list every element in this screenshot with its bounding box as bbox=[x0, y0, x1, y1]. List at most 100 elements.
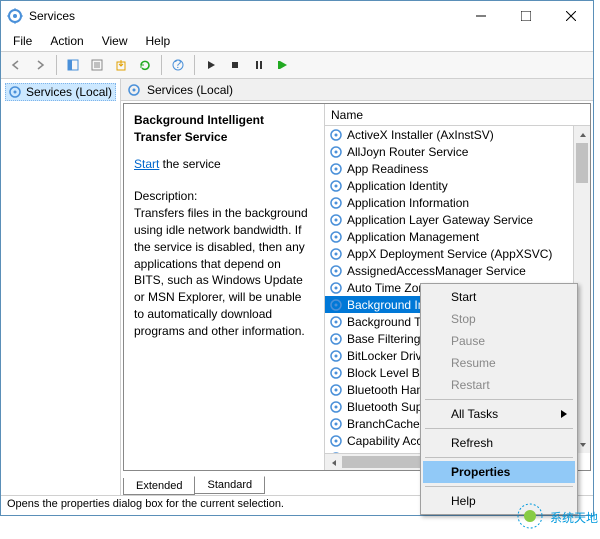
service-name: App Readiness bbox=[347, 162, 428, 176]
gear-icon bbox=[329, 145, 343, 159]
menu-file[interactable]: File bbox=[5, 32, 40, 50]
service-row[interactable]: Application Information bbox=[325, 194, 590, 211]
ctx-separator bbox=[425, 428, 573, 429]
gear-icon bbox=[329, 400, 343, 414]
service-name: ActiveX Installer (AxInstSV) bbox=[347, 128, 494, 142]
service-row[interactable]: Application Identity bbox=[325, 177, 590, 194]
toolbar-separator bbox=[56, 55, 57, 75]
gear-icon bbox=[329, 315, 343, 329]
menubar: File Action View Help bbox=[1, 31, 593, 51]
start-suffix: the service bbox=[159, 157, 220, 171]
ctx-separator bbox=[425, 486, 573, 487]
service-name: Application Layer Gateway Service bbox=[347, 213, 533, 227]
service-name: Application Management bbox=[347, 230, 479, 244]
service-row[interactable]: ActiveX Installer (AxInstSV) bbox=[325, 126, 590, 143]
maximize-button[interactable] bbox=[503, 1, 548, 31]
scroll-up-button[interactable] bbox=[574, 126, 590, 143]
menu-help[interactable]: Help bbox=[138, 32, 179, 50]
service-row[interactable]: Application Management bbox=[325, 228, 590, 245]
start-service-link[interactable]: Start bbox=[134, 157, 159, 171]
gear-icon bbox=[329, 128, 343, 142]
tree-item-services-local[interactable]: Services (Local) bbox=[5, 83, 116, 101]
service-detail-panel: Background Intelligent Transfer Service … bbox=[124, 104, 324, 470]
gear-icon bbox=[329, 281, 343, 295]
gear-icon bbox=[329, 230, 343, 244]
window-title: Services bbox=[29, 9, 458, 23]
help-button[interactable]: ? bbox=[167, 54, 189, 76]
toolbar: ? bbox=[1, 51, 593, 79]
gear-icon bbox=[329, 366, 343, 380]
menu-action[interactable]: Action bbox=[42, 32, 91, 50]
start-service-line: Start the service bbox=[134, 156, 314, 173]
gear-icon bbox=[8, 85, 22, 99]
context-menu: Start Stop Pause Resume Restart All Task… bbox=[420, 283, 578, 515]
ctx-pause[interactable]: Pause bbox=[423, 330, 575, 352]
service-row[interactable]: App Readiness bbox=[325, 160, 590, 177]
description-text: Transfers files in the background using … bbox=[134, 205, 314, 339]
services-app-icon bbox=[7, 8, 23, 24]
pane-header-title: Services (Local) bbox=[147, 83, 233, 97]
gear-icon bbox=[329, 162, 343, 176]
service-row[interactable]: AssignedAccessManager Service bbox=[325, 262, 590, 279]
restart-service-button[interactable] bbox=[272, 54, 294, 76]
gear-icon bbox=[329, 417, 343, 431]
ctx-all-tasks-label: All Tasks bbox=[451, 407, 498, 421]
service-row[interactable]: AppX Deployment Service (AppXSVC) bbox=[325, 245, 590, 262]
export-button[interactable] bbox=[110, 54, 132, 76]
start-service-button[interactable] bbox=[200, 54, 222, 76]
ctx-separator bbox=[425, 399, 573, 400]
toolbar-separator bbox=[194, 55, 195, 75]
console-tree: Services (Local) bbox=[1, 79, 121, 495]
ctx-resume[interactable]: Resume bbox=[423, 352, 575, 374]
titlebar: Services bbox=[1, 1, 593, 31]
service-row[interactable]: Application Layer Gateway Service bbox=[325, 211, 590, 228]
ctx-restart[interactable]: Restart bbox=[423, 374, 575, 396]
close-button[interactable] bbox=[548, 1, 593, 31]
menu-view[interactable]: View bbox=[94, 32, 136, 50]
tab-standard[interactable]: Standard bbox=[194, 476, 265, 494]
gear-icon bbox=[329, 298, 343, 312]
forward-button[interactable] bbox=[29, 54, 51, 76]
gear-icon bbox=[329, 179, 343, 193]
svg-text:?: ? bbox=[175, 58, 182, 71]
selected-service-name: Background Intelligent Transfer Service bbox=[134, 112, 314, 146]
gear-icon bbox=[329, 213, 343, 227]
gear-icon bbox=[329, 247, 343, 261]
description-block: Description: Transfers files in the back… bbox=[134, 188, 314, 339]
service-name: AssignedAccessManager Service bbox=[347, 264, 526, 278]
service-name: AppX Deployment Service (AppXSVC) bbox=[347, 247, 552, 261]
service-name: Application Identity bbox=[347, 179, 448, 193]
refresh-button[interactable] bbox=[134, 54, 156, 76]
gear-icon bbox=[329, 434, 343, 448]
back-button[interactable] bbox=[5, 54, 27, 76]
submenu-arrow-icon bbox=[561, 407, 567, 421]
toolbar-separator bbox=[161, 55, 162, 75]
gear-icon bbox=[329, 264, 343, 278]
gear-icon bbox=[127, 83, 141, 97]
properties-button[interactable] bbox=[86, 54, 108, 76]
tree-item-label: Services (Local) bbox=[26, 85, 112, 99]
column-header-name[interactable]: Name bbox=[325, 104, 590, 126]
gear-icon bbox=[329, 349, 343, 363]
ctx-properties[interactable]: Properties bbox=[423, 461, 575, 483]
gear-icon bbox=[329, 383, 343, 397]
scroll-left-button[interactable] bbox=[325, 454, 342, 470]
service-name: AllJoyn Router Service bbox=[347, 145, 468, 159]
ctx-help[interactable]: Help bbox=[423, 490, 575, 512]
scroll-thumb[interactable] bbox=[576, 143, 588, 183]
ctx-stop[interactable]: Stop bbox=[423, 308, 575, 330]
service-row[interactable]: AllJoyn Router Service bbox=[325, 143, 590, 160]
minimize-button[interactable] bbox=[458, 1, 503, 31]
ctx-all-tasks[interactable]: All Tasks bbox=[423, 403, 575, 425]
pause-service-button[interactable] bbox=[248, 54, 270, 76]
stop-service-button[interactable] bbox=[224, 54, 246, 76]
gear-icon bbox=[329, 196, 343, 210]
ctx-refresh[interactable]: Refresh bbox=[423, 432, 575, 454]
show-hide-button[interactable] bbox=[62, 54, 84, 76]
gear-icon bbox=[329, 332, 343, 346]
ctx-separator bbox=[425, 457, 573, 458]
service-name: BranchCache bbox=[347, 417, 420, 431]
pane-header: Services (Local) bbox=[121, 79, 593, 101]
tab-extended[interactable]: Extended bbox=[123, 478, 195, 495]
ctx-start[interactable]: Start bbox=[423, 286, 575, 308]
